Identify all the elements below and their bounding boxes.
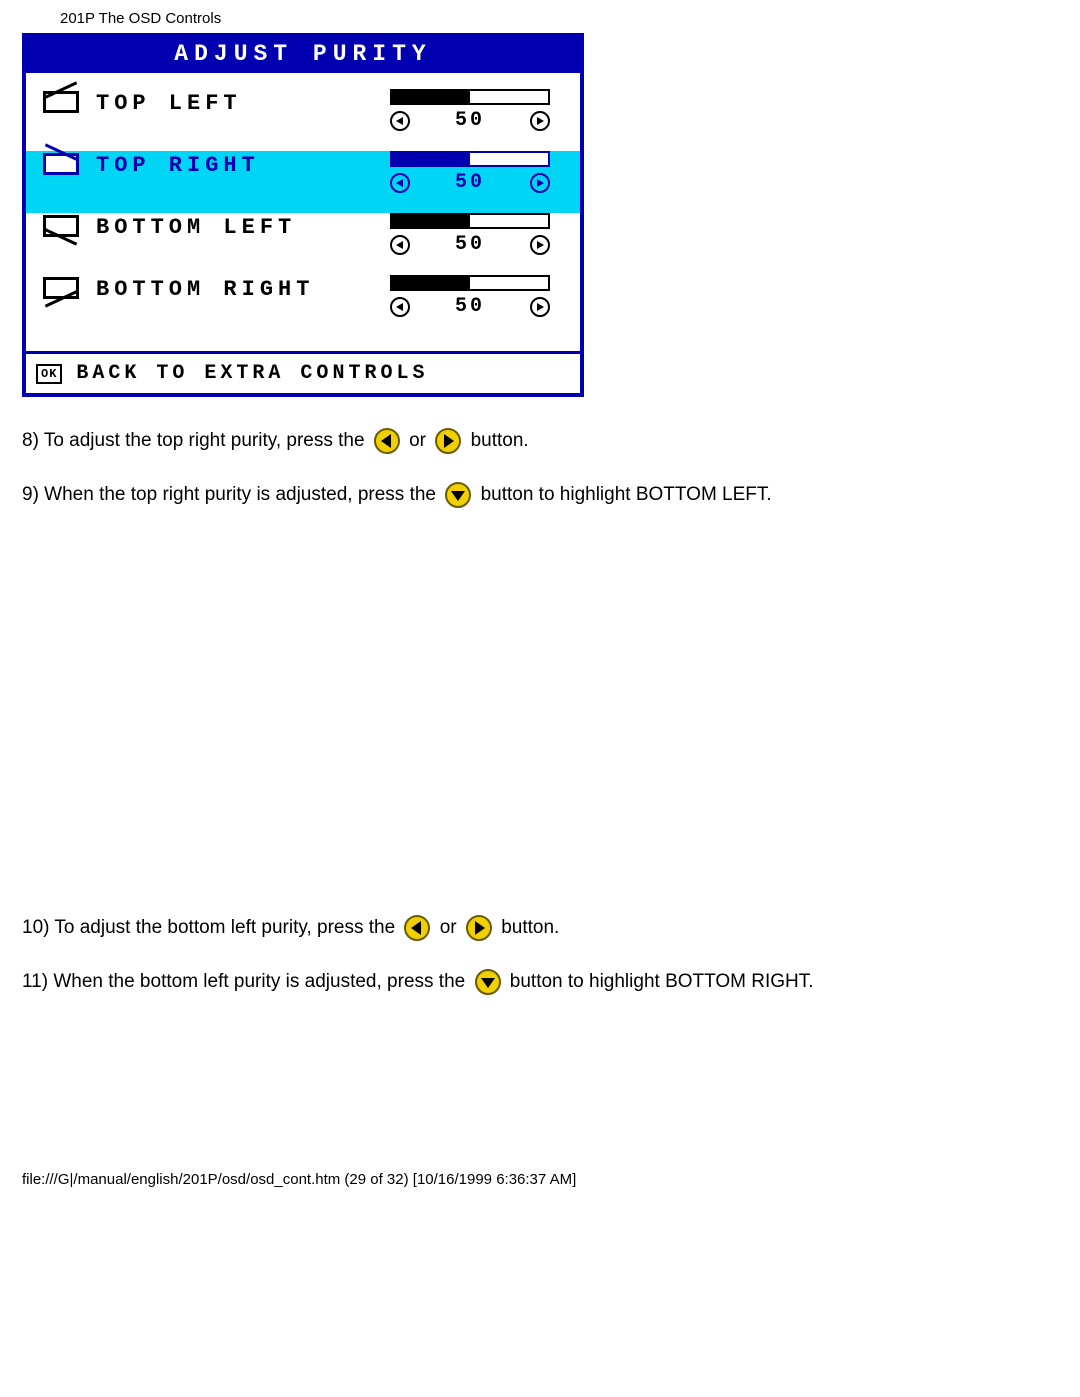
step-10-text-b: button. bbox=[501, 917, 559, 938]
osd-item-control: 50 bbox=[390, 213, 580, 256]
footer-path: file:///G|/manual/english/201P/osd/osd_c… bbox=[0, 1021, 1080, 1202]
step-8-text-b: button. bbox=[471, 430, 529, 451]
step-8-text-a: 8) To adjust the top right purity, press… bbox=[22, 430, 365, 451]
osd-item[interactable]: BOTTOM RIGHT 50 bbox=[26, 275, 580, 337]
decrease-arrow-icon[interactable] bbox=[390, 297, 410, 317]
step-9-text-b: button to highlight BOTTOM LEFT. bbox=[481, 484, 772, 505]
down-arrow-icon bbox=[445, 482, 471, 508]
right-arrow-icon bbox=[466, 915, 492, 941]
left-arrow-icon bbox=[404, 915, 430, 941]
osd-item-control: 50 bbox=[390, 151, 580, 194]
step-10: 10) To adjust the bottom left purity, pr… bbox=[22, 914, 1080, 942]
instructions: 8) To adjust the top right purity, press… bbox=[0, 397, 1080, 995]
decrease-arrow-icon[interactable] bbox=[390, 111, 410, 131]
slider-bar[interactable] bbox=[390, 89, 550, 105]
corner-br-icon bbox=[26, 275, 96, 299]
increase-arrow-icon[interactable] bbox=[530, 297, 550, 317]
step-11-text-a: 11) When the bottom left purity is adjus… bbox=[22, 971, 465, 992]
osd-item-label: TOP RIGHT bbox=[96, 151, 390, 178]
osd-item-value: 50 bbox=[455, 233, 485, 256]
ok-icon: OK bbox=[36, 364, 62, 384]
down-arrow-icon bbox=[475, 969, 501, 995]
step-11-text-b: button to highlight BOTTOM RIGHT. bbox=[510, 971, 814, 992]
left-arrow-icon bbox=[374, 428, 400, 454]
osd-item-label: BOTTOM RIGHT bbox=[96, 275, 390, 302]
osd-menu: ADJUST PURITY TOP LEFT50TOP RIGHT50BOTTO… bbox=[22, 33, 584, 397]
osd-back-row[interactable]: OK BACK TO EXTRA CONTROLS bbox=[26, 354, 580, 393]
osd-back-label: BACK TO EXTRA CONTROLS bbox=[76, 362, 428, 385]
osd-item[interactable]: BOTTOM LEFT 50 bbox=[26, 213, 580, 275]
step-10-text-a: 10) To adjust the bottom left purity, pr… bbox=[22, 917, 395, 938]
decrease-arrow-icon[interactable] bbox=[390, 235, 410, 255]
corner-tr-icon bbox=[26, 151, 96, 175]
slider-bar[interactable] bbox=[390, 213, 550, 229]
right-arrow-icon bbox=[435, 428, 461, 454]
osd-item-value: 50 bbox=[455, 295, 485, 318]
increase-arrow-icon[interactable] bbox=[530, 173, 550, 193]
step-9: 9) When the top right purity is adjusted… bbox=[22, 481, 1080, 509]
slider-bar[interactable] bbox=[390, 275, 550, 291]
corner-bl-icon bbox=[26, 213, 96, 237]
step-10-or: or bbox=[440, 917, 457, 938]
osd-item-label: BOTTOM LEFT bbox=[96, 213, 390, 240]
increase-arrow-icon[interactable] bbox=[530, 111, 550, 131]
osd-item-value: 50 bbox=[455, 171, 485, 194]
osd-item-value: 50 bbox=[455, 109, 485, 132]
osd-item[interactable]: TOP RIGHT 50 bbox=[26, 151, 580, 213]
corner-tl-icon bbox=[26, 89, 96, 113]
step-8-or: or bbox=[409, 430, 426, 451]
step-11: 11) When the bottom left purity is adjus… bbox=[22, 968, 1080, 996]
step-9-text-a: 9) When the top right purity is adjusted… bbox=[22, 484, 436, 505]
page-header: 201P The OSD Controls bbox=[0, 0, 1080, 33]
osd-title: ADJUST PURITY bbox=[26, 37, 580, 73]
osd-item-label: TOP LEFT bbox=[96, 89, 390, 116]
osd-item[interactable]: TOP LEFT 50 bbox=[26, 89, 580, 151]
osd-item-control: 50 bbox=[390, 89, 580, 132]
increase-arrow-icon[interactable] bbox=[530, 235, 550, 255]
slider-bar[interactable] bbox=[390, 151, 550, 167]
step-8: 8) To adjust the top right purity, press… bbox=[22, 427, 1080, 455]
osd-item-control: 50 bbox=[390, 275, 580, 318]
spacer bbox=[22, 534, 1080, 904]
decrease-arrow-icon[interactable] bbox=[390, 173, 410, 193]
